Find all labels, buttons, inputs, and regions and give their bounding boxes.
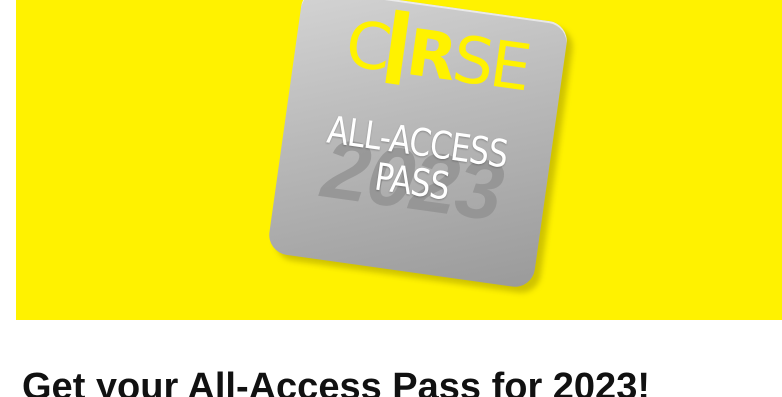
page-headline: Get your All-Access Pass for 2023! — [22, 366, 650, 397]
logo-letters-se: SE — [448, 22, 533, 107]
cirse-logo: C RSE — [341, 4, 533, 107]
page: 2023 C RSE ALL-ACCESS PASS Get your All-A… — [0, 0, 782, 397]
all-access-pass-badge: 2023 C RSE ALL-ACCESS PASS — [266, 0, 570, 290]
hero-banner: 2023 C RSE ALL-ACCESS PASS — [16, 0, 782, 320]
